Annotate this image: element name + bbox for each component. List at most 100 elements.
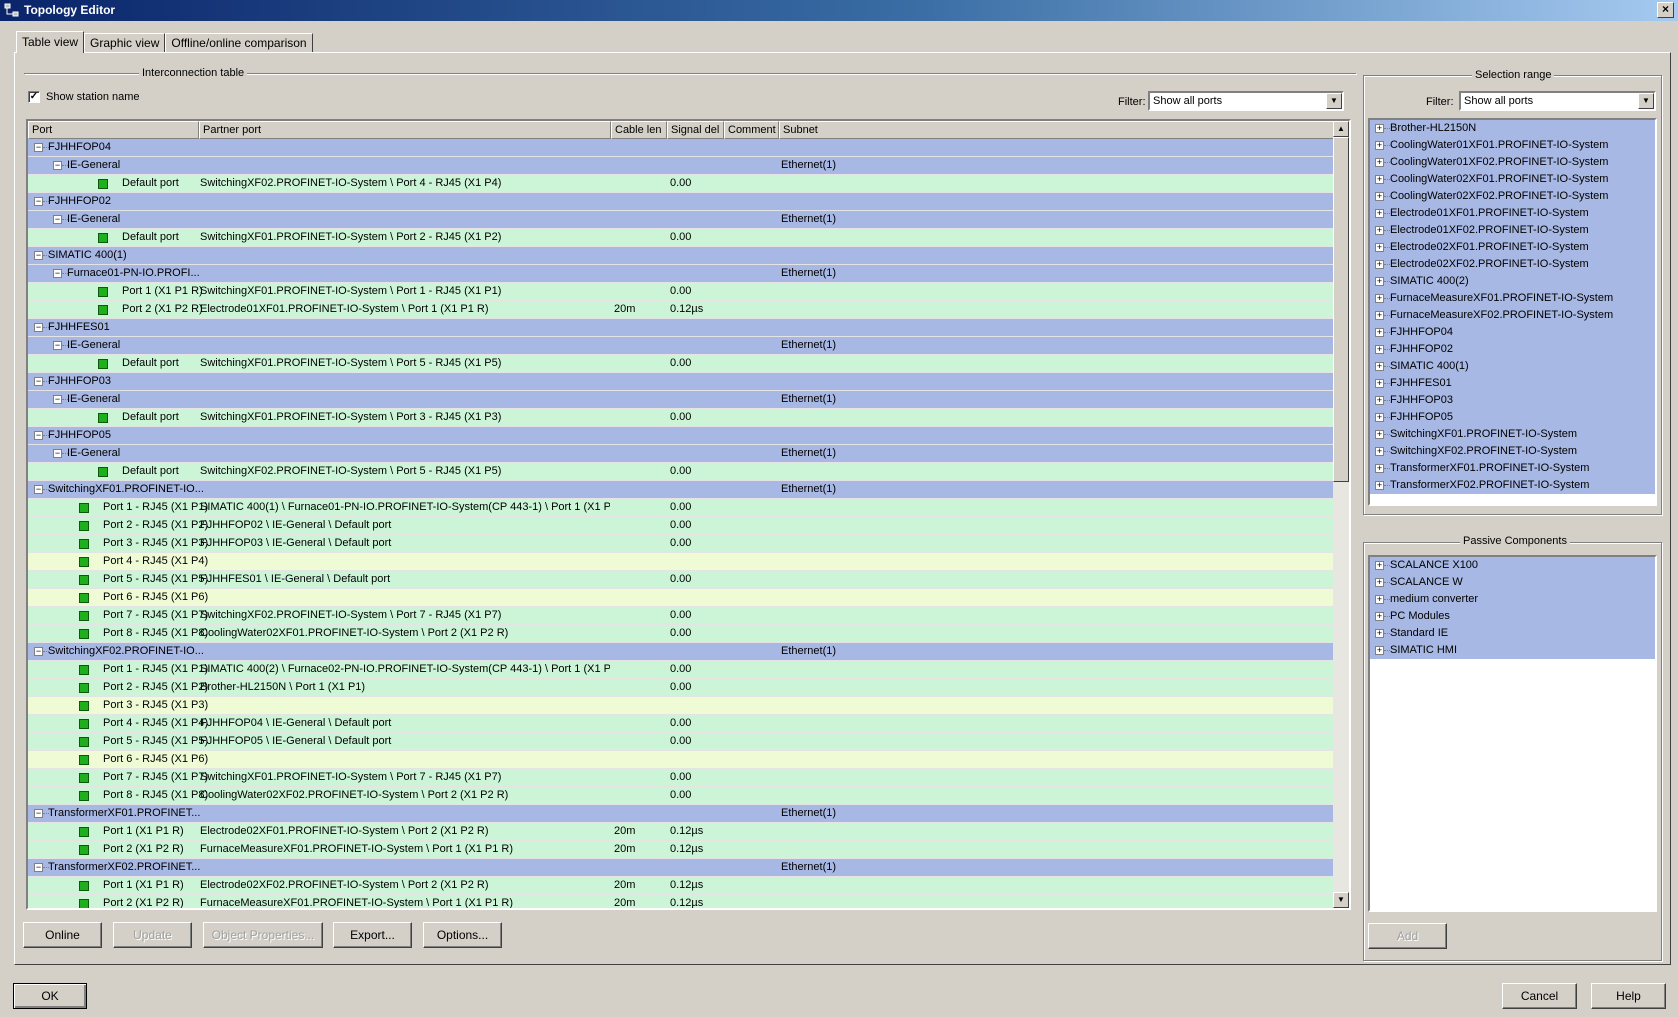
tree-item[interactable]: + TransformerXF02.PROFINET-IO-System xyxy=(1370,477,1655,494)
expand-icon[interactable]: + xyxy=(1375,124,1390,133)
tree-item[interactable]: + Electrode01XF01.PROFINET-IO-System xyxy=(1370,205,1655,222)
table-filter-select[interactable]: Show all ports ▼ xyxy=(1148,91,1344,111)
column-header-partner-port[interactable]: Partner port xyxy=(199,121,611,139)
collapse-icon[interactable]: − xyxy=(53,449,68,458)
port-row[interactable]: Port 6 - RJ45 (X1 P6) xyxy=(28,589,1339,607)
collapse-icon[interactable]: − xyxy=(53,395,68,404)
expand-icon[interactable]: + xyxy=(1375,464,1390,473)
device-row[interactable]: − TransformerXF02.PROFINET... Ethernet(1) xyxy=(28,859,1339,877)
port-row[interactable]: Port 2 - RJ45 (X1 P2) FJHHFOP02 \ IE-Gene… xyxy=(28,517,1339,535)
tree-item[interactable]: + CoolingWater01XF01.PROFINET-IO-System xyxy=(1370,137,1655,154)
scroll-down-icon[interactable]: ▼ xyxy=(1333,892,1349,908)
expand-icon[interactable]: + xyxy=(1375,595,1390,604)
expand-icon[interactable]: + xyxy=(1375,447,1390,456)
column-header-cable-length[interactable]: Cable len xyxy=(611,121,667,139)
help-button[interactable]: Help xyxy=(1591,983,1666,1009)
options-button[interactable]: Options... xyxy=(423,922,502,948)
collapse-icon[interactable]: − xyxy=(34,377,49,386)
port-row[interactable]: Port 7 - RJ45 (X1 P7) SwitchingXF01.PROFI… xyxy=(28,769,1339,787)
expand-icon[interactable]: + xyxy=(1375,430,1390,439)
expand-icon[interactable]: + xyxy=(1375,192,1390,201)
expand-icon[interactable]: + xyxy=(1375,612,1390,621)
device-row[interactable]: − SwitchingXF01.PROFINET-IO... Ethernet(1) xyxy=(28,481,1339,499)
collapse-icon[interactable]: − xyxy=(34,863,49,872)
port-row[interactable]: Port 1 (X1 P1 R) Electrode02XF02.PROFINET… xyxy=(28,877,1339,895)
port-row[interactable]: Port 6 - RJ45 (X1 P6) xyxy=(28,751,1339,769)
port-row[interactable]: Port 5 - RJ45 (X1 P5) FJHHFES01 \ IE-Gene… xyxy=(28,571,1339,589)
tree-item[interactable]: + CoolingWater02XF01.PROFINET-IO-System xyxy=(1370,171,1655,188)
port-row[interactable]: Port 2 - RJ45 (X1 P2) Brother-HL2150N \ P… xyxy=(28,679,1339,697)
tree-item[interactable]: + Electrode02XF02.PROFINET-IO-System xyxy=(1370,256,1655,273)
column-header-comment[interactable]: Comment xyxy=(724,121,779,139)
tree-item[interactable]: + CoolingWater01XF02.PROFINET-IO-System xyxy=(1370,154,1655,171)
tree-item[interactable]: + TransformerXF01.PROFINET-IO-System xyxy=(1370,460,1655,477)
tree-item[interactable]: + FJHHFOP04 xyxy=(1370,324,1655,341)
tree-item[interactable]: + FurnaceMeasureXF02.PROFINET-IO-System xyxy=(1370,307,1655,324)
expand-icon[interactable]: + xyxy=(1375,260,1390,269)
device-row[interactable]: − IE-General Ethernet(1) xyxy=(28,445,1339,463)
tree-item[interactable]: + SCALANCE X100 xyxy=(1370,557,1655,574)
device-row[interactable]: − FJHHFOP02 xyxy=(28,193,1339,211)
device-row[interactable]: − Furnace01-PN-IO.PROFI... Ethernet(1) xyxy=(28,265,1339,283)
port-row[interactable]: Port 2 (X1 P2 R) Electrode01XF01.PROFINET… xyxy=(28,301,1339,319)
port-row[interactable]: Port 4 - RJ45 (X1 P4) xyxy=(28,553,1339,571)
collapse-icon[interactable]: − xyxy=(34,197,49,206)
port-row[interactable]: Port 3 - RJ45 (X1 P3) FJHHFOP03 \ IE-Gene… xyxy=(28,535,1339,553)
device-row[interactable]: − TransformerXF01.PROFINET... Ethernet(1) xyxy=(28,805,1339,823)
tree-item[interactable]: + FJHHFOP02 xyxy=(1370,341,1655,358)
tree-item[interactable]: + SwitchingXF02.PROFINET-IO-System xyxy=(1370,443,1655,460)
expand-icon[interactable]: + xyxy=(1375,646,1390,655)
device-row[interactable]: − IE-General Ethernet(1) xyxy=(28,157,1339,175)
port-row[interactable]: Default port SwitchingXF01.PROFINET-IO-Sy… xyxy=(28,229,1339,247)
device-row[interactable]: − IE-General Ethernet(1) xyxy=(28,211,1339,229)
port-row[interactable]: Port 8 - RJ45 (X1 P8) CoolingWater02XF02.… xyxy=(28,787,1339,805)
show-station-name-toggle[interactable]: ✓ Show station name xyxy=(28,91,140,103)
scroll-up-icon[interactable]: ▲ xyxy=(1333,121,1349,137)
tree-item[interactable]: + CoolingWater02XF02.PROFINET-IO-System xyxy=(1370,188,1655,205)
device-row[interactable]: − FJHHFOP03 xyxy=(28,373,1339,391)
ok-button[interactable]: OK xyxy=(13,983,87,1009)
port-row[interactable]: Port 5 - RJ45 (X1 P5) FJHHFOP05 \ IE-Gene… xyxy=(28,733,1339,751)
expand-icon[interactable]: + xyxy=(1375,481,1390,490)
tree-item[interactable]: + SIMATIC 400(1) xyxy=(1370,358,1655,375)
expand-icon[interactable]: + xyxy=(1375,396,1390,405)
tree-item[interactable]: + PC Modules xyxy=(1370,608,1655,625)
device-row[interactable]: − IE-General Ethernet(1) xyxy=(28,391,1339,409)
device-row[interactable]: − FJHHFES01 xyxy=(28,319,1339,337)
expand-icon[interactable]: + xyxy=(1375,243,1390,252)
column-header-port[interactable]: Port xyxy=(28,121,199,139)
tree-item[interactable]: + FJHHFES01 xyxy=(1370,375,1655,392)
device-row[interactable]: − FJHHFOP04 xyxy=(28,139,1339,157)
tree-item[interactable]: + FJHHFOP05 xyxy=(1370,409,1655,426)
port-row[interactable]: Port 2 (X1 P2 R) FurnaceMeasureXF01.PROFI… xyxy=(28,895,1339,908)
tree-item[interactable]: + SCALANCE W xyxy=(1370,574,1655,591)
port-row[interactable]: Default port SwitchingXF01.PROFINET-IO-Sy… xyxy=(28,409,1339,427)
expand-icon[interactable]: + xyxy=(1375,561,1390,570)
tree-item[interactable]: + Standard IE xyxy=(1370,625,1655,642)
collapse-icon[interactable]: − xyxy=(34,251,49,260)
expand-icon[interactable]: + xyxy=(1375,311,1390,320)
column-header-signal-delay[interactable]: Signal del xyxy=(667,121,724,139)
port-row[interactable]: Port 4 - RJ45 (X1 P4) FJHHFOP04 \ IE-Gene… xyxy=(28,715,1339,733)
tree-item[interactable]: + SIMATIC HMI xyxy=(1370,642,1655,659)
port-row[interactable]: Default port SwitchingXF02.PROFINET-IO-Sy… xyxy=(28,175,1339,193)
collapse-icon[interactable]: − xyxy=(34,431,49,440)
column-header-subnet[interactable]: Subnet xyxy=(779,121,1341,139)
port-row[interactable]: Default port SwitchingXF01.PROFINET-IO-Sy… xyxy=(28,355,1339,373)
expand-icon[interactable]: + xyxy=(1375,277,1390,286)
table-vertical-scrollbar[interactable]: ▲ ▼ xyxy=(1333,121,1349,908)
chevron-down-icon[interactable]: ▼ xyxy=(1326,93,1342,109)
collapse-icon[interactable]: − xyxy=(34,143,49,152)
port-row[interactable]: Port 1 - RJ45 (X1 P1) SIMATIC 400(1) \ Fu… xyxy=(28,499,1339,517)
show-station-name-checkbox[interactable]: ✓ xyxy=(28,91,40,103)
port-row[interactable]: Port 2 (X1 P2 R) FurnaceMeasureXF01.PROFI… xyxy=(28,841,1339,859)
device-row[interactable]: − SIMATIC 400(1) xyxy=(28,247,1339,265)
port-row[interactable]: Port 1 (X1 P1 R) SwitchingXF01.PROFINET-I… xyxy=(28,283,1339,301)
collapse-icon[interactable]: − xyxy=(53,269,68,278)
expand-icon[interactable]: + xyxy=(1375,226,1390,235)
online-button[interactable]: Online xyxy=(23,922,102,948)
collapse-icon[interactable]: − xyxy=(53,215,68,224)
tree-item[interactable]: + SIMATIC 400(2) xyxy=(1370,273,1655,290)
expand-icon[interactable]: + xyxy=(1375,294,1390,303)
expand-icon[interactable]: + xyxy=(1375,362,1390,371)
